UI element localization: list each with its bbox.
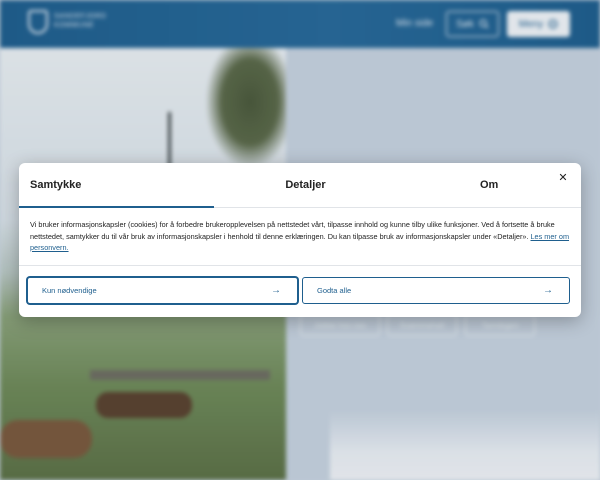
consent-tabs: Samtykke Detaljer Om <box>19 163 581 208</box>
consent-text-block: Vi bruker informasjonskapsler (cookies) … <box>30 219 575 254</box>
necessary-only-label: Kun nødvendige <box>42 286 97 295</box>
close-button[interactable]: ✕ <box>554 168 572 186</box>
cookie-consent-dialog: Samtykke Detaljer Om ✕ Vi bruker informa… <box>19 163 581 317</box>
tab-consent[interactable]: Samtykke <box>19 163 214 208</box>
arrow-right-icon: → <box>543 285 553 296</box>
close-icon: ✕ <box>558 171 568 184</box>
necessary-only-button[interactable]: Kun nødvendige → <box>27 277 298 304</box>
accept-all-label: Godta alle <box>317 286 352 295</box>
consent-text: Vi bruker informasjonskapsler (cookies) … <box>30 220 555 241</box>
arrow-right-icon: → <box>271 285 281 296</box>
tab-details[interactable]: Detaljer <box>214 163 398 207</box>
divider <box>19 265 581 266</box>
accept-all-button[interactable]: Godta alle → <box>302 277 570 304</box>
